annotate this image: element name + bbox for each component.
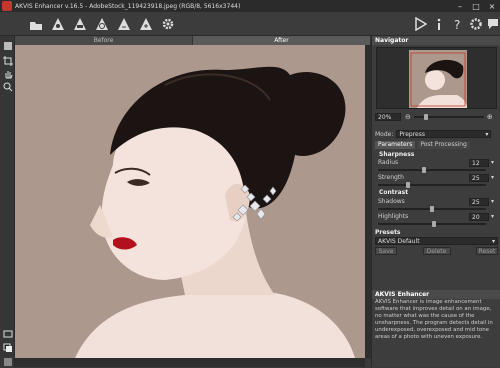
maximize-icon[interactable]: □ (468, 0, 484, 12)
chevron-down-icon: ▾ (491, 238, 495, 245)
radius-slider[interactable] (378, 167, 486, 173)
save-preset-button[interactable]: Save (375, 247, 397, 255)
strength-slider[interactable] (378, 182, 486, 188)
contrast-section: Contrast (379, 189, 409, 196)
preset-buttons: Save Delete Reset (375, 247, 498, 255)
settings-panel: Navigator 20% ⊖ ⊕ Mode: Prepress ▾ Parame… (371, 36, 500, 367)
help-icon[interactable]: ? (449, 15, 467, 33)
tab-after[interactable]: After (193, 36, 371, 45)
reset-preset-button[interactable]: Reset (476, 247, 498, 255)
title-bar: AKVIS Enhancer v.16.5 - AdobeStock_11942… (0, 0, 500, 12)
navigator-preview[interactable] (376, 47, 497, 109)
preset-select-row: AKVIS Default ▾ (375, 237, 498, 245)
tool-panel (0, 36, 15, 367)
shadows-field[interactable]: 25 (469, 197, 489, 206)
strength-row: Strength 25 ▾ (375, 173, 498, 182)
save-icon[interactable] (49, 15, 67, 33)
horizontal-scrollbar[interactable] (15, 358, 365, 367)
strength-stepper-icon[interactable]: ▾ (491, 174, 494, 181)
strength-label: Strength (378, 174, 404, 181)
param-tabs: Parameters Post Processing (375, 141, 498, 149)
zoom-out-icon[interactable]: ⊖ (405, 113, 411, 121)
presets-title: Presets (375, 229, 401, 236)
navigator-tool-icon[interactable] (1, 39, 14, 52)
delete-preset-button[interactable]: Delete (422, 247, 451, 255)
highlights-stepper-icon[interactable]: ▾ (491, 213, 494, 220)
app-logo-icon (2, 1, 12, 11)
radius-row: Radius 12 ▾ (375, 158, 498, 167)
info-icon[interactable] (430, 15, 448, 33)
info-text: AKVIS Enhancer is image enhancement soft… (375, 299, 493, 340)
highlights-row: Highlights 20 ▾ (375, 212, 498, 221)
settings-icon[interactable] (159, 15, 177, 33)
tab-post-processing[interactable]: Post Processing (417, 141, 470, 149)
toolbar: ? (0, 12, 500, 36)
preferences-icon[interactable] (467, 15, 485, 33)
zoom-icon[interactable] (1, 80, 14, 93)
radius-label: Radius (378, 159, 399, 166)
preset-select[interactable]: AKVIS Default ▾ (375, 237, 498, 245)
radius-field[interactable]: 12 (469, 158, 489, 167)
shadows-stepper-icon[interactable]: ▾ (491, 198, 494, 205)
chevron-down-icon: ▾ (485, 131, 489, 138)
print-icon[interactable] (71, 15, 89, 33)
crop-icon[interactable] (1, 54, 14, 67)
run-icon[interactable] (411, 15, 429, 33)
hand-icon[interactable] (1, 67, 14, 80)
tab-before[interactable]: Before (15, 36, 193, 45)
window-title: AKVIS Enhancer v.16.5 - AdobeStock_11942… (15, 2, 241, 10)
after-icon[interactable] (137, 15, 155, 33)
zoom-field[interactable]: 20% (375, 113, 401, 121)
shadows-row: Shadows 25 ▾ (375, 197, 498, 206)
open-icon[interactable] (27, 15, 45, 33)
navigator-title: Navigator (372, 36, 500, 45)
presets-section: Presets (375, 229, 498, 236)
swap-colors-icon[interactable] (1, 341, 14, 354)
svg-text:?: ? (454, 18, 460, 31)
tab-parameters[interactable]: Parameters (375, 141, 416, 149)
feedback-icon[interactable] (484, 15, 500, 33)
shadows-slider[interactable] (378, 206, 486, 212)
mode-select[interactable]: Prepress ▾ (396, 130, 492, 138)
highlights-field[interactable]: 20 (469, 212, 489, 221)
zoom-slider[interactable] (413, 114, 484, 120)
info-title: AKVIS Enhancer (372, 290, 500, 299)
minimize-icon[interactable]: – (452, 0, 468, 12)
batch-icon[interactable] (93, 15, 111, 33)
mode-row: Mode: Prepress ▾ (375, 130, 498, 138)
color-square-icon[interactable] (1, 327, 14, 340)
zoom-in-icon[interactable]: ⊕ (487, 113, 493, 121)
radius-stepper-icon[interactable]: ▾ (491, 159, 494, 166)
sharpness-section: Sharpness (379, 151, 415, 158)
image-canvas[interactable] (15, 45, 365, 358)
background-color-icon[interactable] (1, 355, 14, 368)
close-icon[interactable]: × (484, 0, 500, 12)
strength-field[interactable]: 25 (469, 173, 489, 182)
highlights-slider[interactable] (378, 221, 486, 227)
portrait-image (15, 45, 365, 358)
view-tabs: Before After (15, 36, 371, 45)
mode-label: Mode: (375, 130, 394, 138)
highlights-label: Highlights (378, 213, 409, 220)
zoom-row: 20% ⊖ ⊕ (375, 113, 498, 121)
shadows-label: Shadows (378, 198, 405, 205)
before-icon[interactable] (115, 15, 133, 33)
